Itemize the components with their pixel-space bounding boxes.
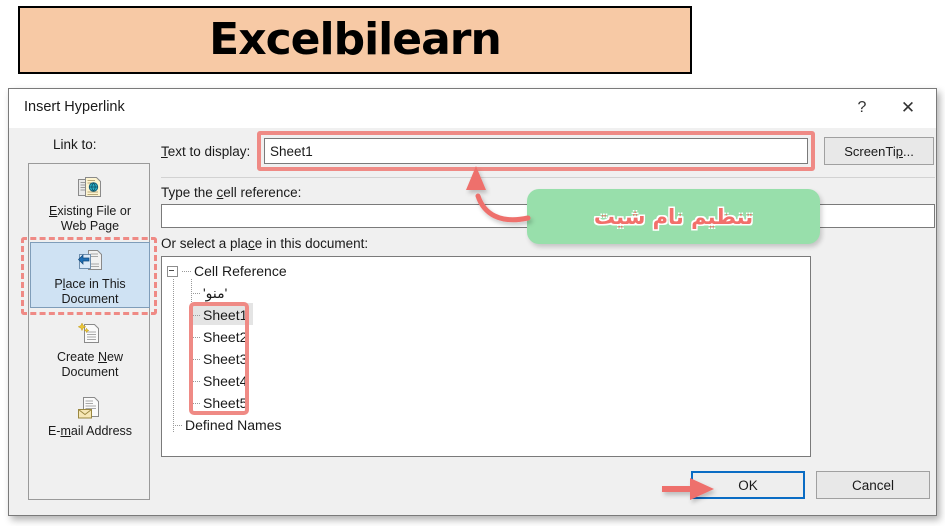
- help-icon[interactable]: ?: [840, 89, 884, 127]
- tree-node-sheet1[interactable]: Sheet1: [191, 303, 254, 325]
- sidebar-item-label: Create New Document: [56, 350, 123, 379]
- tree-guide-line: [173, 279, 174, 433]
- tree-dash: [191, 402, 200, 404]
- document-envelope-icon: [77, 396, 103, 422]
- text-to-display-input[interactable]: [264, 138, 808, 164]
- annotation-callout-text: تنظیم نام شیت: [593, 204, 754, 229]
- cancel-button[interactable]: Cancel: [816, 471, 930, 499]
- tree-node-label: Sheet3: [203, 351, 248, 368]
- ok-button[interactable]: OK: [691, 471, 805, 499]
- tree-node-label: 'منو': [203, 285, 228, 302]
- document-globe-icon: [77, 176, 103, 202]
- site-banner: Excelbilearn: [18, 6, 692, 74]
- place-tree[interactable]: Cell Reference 'منو' Sheet1 Sheet2 Sheet…: [161, 256, 811, 457]
- tree-node-sheet4[interactable]: Sheet4: [191, 369, 247, 391]
- form-divider: [161, 177, 935, 178]
- tree-node-label: Sheet2: [203, 329, 248, 346]
- tree-node-label: Sheet5: [203, 395, 248, 412]
- dialog-titlebar: Insert Hyperlink ? ✕: [9, 89, 936, 128]
- document-arrow-icon: [77, 249, 103, 275]
- tree-dash: [191, 314, 200, 316]
- sidebar-item-label: Place in This Document: [54, 277, 126, 306]
- screentip-button[interactable]: ScreenTi p...: [824, 137, 934, 165]
- collapse-icon[interactable]: [167, 265, 178, 277]
- tree-node-sheet2[interactable]: Sheet2: [191, 325, 247, 347]
- tree-node-defined-names[interactable]: Defined Names: [173, 413, 282, 435]
- sidebar-item-place-in-document[interactable]: Place in This Document: [30, 242, 150, 308]
- banner-title: Excelbilearn: [209, 14, 502, 65]
- tree-dash: [191, 358, 200, 360]
- tree-node-label: Cell Reference: [194, 263, 287, 280]
- tree-node-label: Defined Names: [185, 417, 282, 434]
- annotation-callout: تنظیم نام شیت: [527, 189, 820, 244]
- tree-node-sheet3[interactable]: Sheet3: [191, 347, 247, 369]
- select-place-label: Or select a place in this document:: [161, 236, 369, 251]
- tree-dash: [173, 424, 182, 426]
- close-icon[interactable]: ✕: [886, 89, 930, 127]
- tree-node-sheet5[interactable]: Sheet5: [191, 391, 247, 413]
- sidebar-item-label: E-mail Address: [47, 424, 133, 438]
- tree-dash: [191, 292, 200, 294]
- sidebar-item-label: Existing File or Web Page: [49, 204, 131, 233]
- sidebar-item-create-new-document[interactable]: Create New Document: [30, 316, 150, 382]
- text-to-display-label: Text to display:: [161, 144, 251, 159]
- tree-node-cell-reference[interactable]: Cell Reference: [167, 259, 287, 281]
- tree-node-menu[interactable]: 'منو': [191, 281, 227, 303]
- link-to-sidebar: Existing File or Web Page Place in This Do…: [28, 163, 150, 500]
- tree-dash: [191, 336, 200, 338]
- document-sparkle-icon: [77, 322, 103, 348]
- sidebar-item-email-address[interactable]: E-mail Address: [30, 390, 150, 442]
- cell-reference-label: Type the cell reference:: [161, 185, 302, 200]
- tree-node-label: Sheet1: [203, 307, 248, 324]
- tree-dash: [182, 270, 191, 272]
- link-to-label: Link to:: [53, 137, 97, 152]
- tree-node-label: Sheet4: [203, 373, 248, 390]
- insert-hyperlink-dialog: Insert Hyperlink ? ✕ Link to: Existing F…: [8, 88, 937, 516]
- tree-dash: [191, 380, 200, 382]
- dialog-title: Insert Hyperlink: [24, 99, 125, 115]
- sidebar-item-existing-file[interactable]: Existing File or Web Page: [30, 170, 150, 236]
